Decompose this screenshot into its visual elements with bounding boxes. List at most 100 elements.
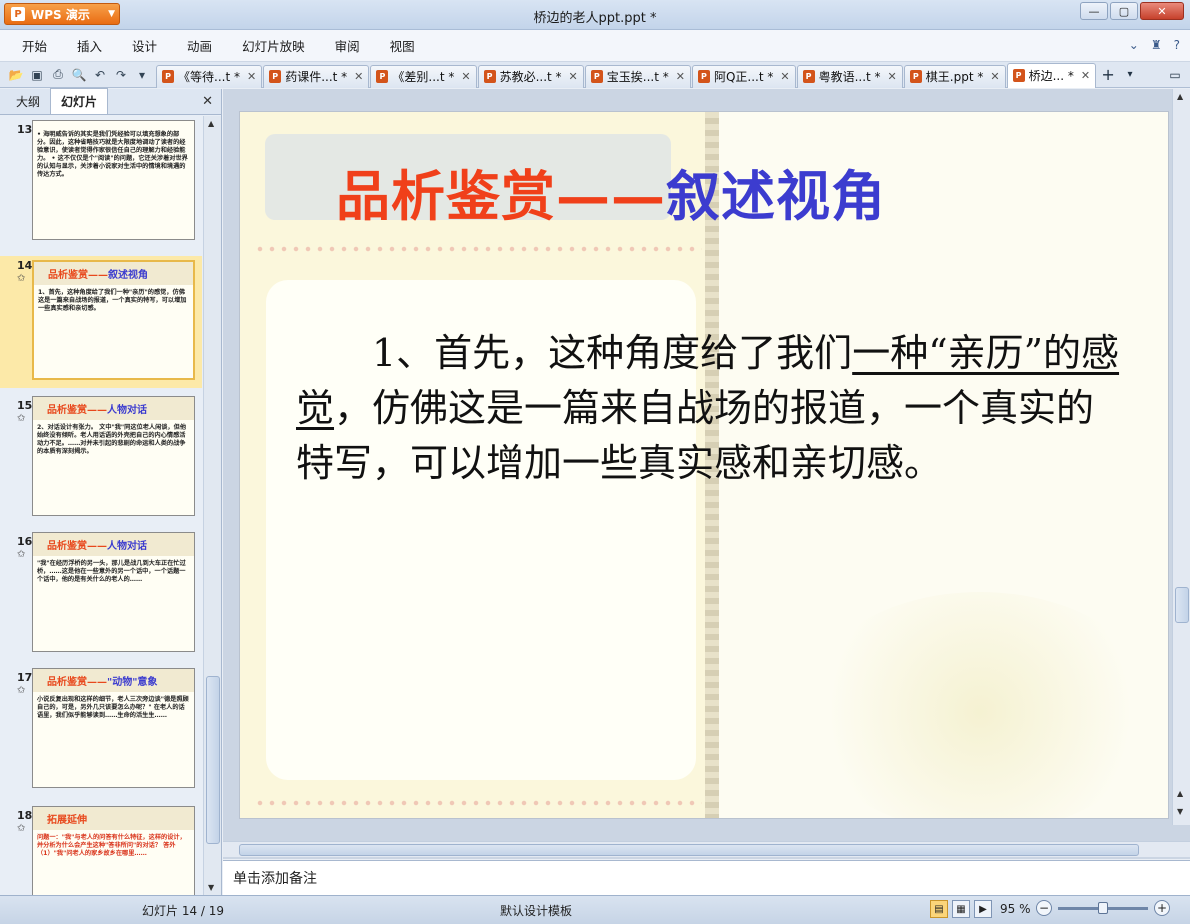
open-icon[interactable]: 📂 xyxy=(8,67,24,83)
prev-slide-icon[interactable]: ▲ xyxy=(1177,789,1183,798)
slide-thumb-image[interactable]: 品析鉴赏——人物对话 2、对话设计有张力。 文中"我"同这位老人闲谈，但他始终没… xyxy=(32,396,195,516)
close-tab-icon[interactable]: ✕ xyxy=(990,70,999,83)
thumb-body: 小说反复出现和这样的细节，老人三次旁边谈"德是照顾自己的，可是，另外几只该要怎么… xyxy=(37,696,189,719)
zoom-out-button[interactable]: − xyxy=(1036,900,1052,916)
slide-title[interactable]: 品析鉴赏——叙述视角 xyxy=(336,152,886,231)
save-icon[interactable]: ▣ xyxy=(29,67,45,83)
slide-number: 14 xyxy=(17,259,33,272)
doc-tab[interactable]: P 棋王.ppt * ✕ xyxy=(903,64,1006,88)
doc-tab[interactable]: P 《等待...t * ✕ xyxy=(156,64,263,88)
scrollbar-thumb[interactable] xyxy=(239,844,1139,856)
close-tab-icon[interactable]: ✕ xyxy=(461,70,470,83)
scroll-down-icon[interactable]: ▼ xyxy=(208,883,214,892)
thumbnails-scrollbar[interactable]: ▲ ▼ xyxy=(203,116,221,895)
doc-tab[interactable]: P 药课件...t * ✕ xyxy=(263,64,370,88)
slide-thumb-18[interactable]: 18 ✩ 拓展延伸 问题一："我"与老人的问答有什么特征，这样的设计，并分析为什… xyxy=(0,806,202,895)
doc-tab[interactable]: P 苏教必...t * ✕ xyxy=(477,64,584,88)
slide-horizontal-scrollbar[interactable] xyxy=(223,841,1190,857)
tab-outline[interactable]: 大纲 xyxy=(6,89,50,114)
slide-counter: 幻灯片 14 / 19 xyxy=(142,904,225,918)
window-layout-icon[interactable]: ▭ xyxy=(1164,64,1186,86)
close-tab-icon[interactable]: ✕ xyxy=(888,70,897,83)
thumb-title: 品析鉴赏——人物对话 xyxy=(47,541,147,552)
close-tab-icon[interactable]: ✕ xyxy=(569,70,578,83)
slide-thumb-image[interactable]: 品析鉴赏——叙述视角 1、首先，这种角度给了我们一种"亲历"的感觉，仿佛这是一篇… xyxy=(32,260,195,380)
help-icon[interactable]: ? xyxy=(1174,38,1180,52)
slide-thumb-17[interactable]: 17 ✩ 品析鉴赏——"动物"意象 小说反复出现和这样的细节，老人三次旁边谈"德… xyxy=(0,668,202,792)
menu-view[interactable]: 视图 xyxy=(390,36,415,55)
doc-tab[interactable]: P 粤教语...t * ✕ xyxy=(796,64,903,88)
slide-thumb-image[interactable]: • 海明威告诉的其实是我们凭经验可以填充想象的部分。因此，这种省略技巧就是大限度… xyxy=(32,120,195,240)
ppt-file-icon: P xyxy=(802,70,815,83)
slide-thumb-16[interactable]: 16 ✩ 品析鉴赏——人物对话 "我"在经历浮桥的另一头，那儿是战几到大车正在忙… xyxy=(0,532,202,656)
close-tab-icon[interactable]: ✕ xyxy=(354,70,363,83)
zoom-slider-knob[interactable] xyxy=(1098,902,1108,914)
menu-animation[interactable]: 动画 xyxy=(187,36,212,55)
scrollbar-thumb[interactable] xyxy=(206,676,220,844)
scroll-up-icon[interactable]: ▲ xyxy=(1177,92,1183,101)
close-button[interactable]: ✕ xyxy=(1140,2,1184,20)
dotted-divider xyxy=(254,800,702,806)
thumb-title: 品析鉴赏——"动物"意象 xyxy=(47,677,158,688)
ppt-file-icon: P xyxy=(483,70,496,83)
doc-tab[interactable]: P 阿Q正...t * ✕ xyxy=(691,64,796,88)
dotted-divider xyxy=(254,246,702,252)
scroll-up-icon[interactable]: ▲ xyxy=(208,119,214,128)
undo-icon[interactable]: ↶ xyxy=(92,67,108,83)
maximize-button[interactable]: ▢ xyxy=(1110,2,1138,20)
skin-icon[interactable]: ♜ xyxy=(1151,38,1162,52)
doc-tab[interactable]: P 《差别...t * ✕ xyxy=(370,64,477,88)
slide-canvas[interactable]: 品析鉴赏——叙述视角 1、首先，这种角度给了我们一种“亲历”的感觉，仿佛这是一篇… xyxy=(239,111,1169,819)
template-name: 默认设计模板 xyxy=(500,904,573,918)
menu-slideshow[interactable]: 幻灯片放映 xyxy=(242,36,305,55)
slide-thumb-image[interactable]: 拓展延伸 问题一："我"与老人的问答有什么特征，这样的设计，并分析为什么会产生这… xyxy=(32,806,195,895)
tab-list-icon[interactable]: ▾ xyxy=(1119,64,1141,86)
print-icon[interactable]: ⎙ xyxy=(50,67,66,83)
slide-thumb-14[interactable]: 14 ✩ 品析鉴赏——叙述视角 1、首先，这种角度给了我们一种"亲历"的感觉，仿… xyxy=(0,256,202,388)
slideshow-icon[interactable]: ▶ xyxy=(974,900,992,918)
minimize-button[interactable]: — xyxy=(1080,2,1108,20)
tab-slides[interactable]: 幻灯片 xyxy=(50,88,109,114)
thumb-body: 问题一："我"与老人的问答有什么特征，这样的设计，并分析为什么会产生这种"答非所… xyxy=(37,834,186,857)
customize-toolbar-icon[interactable]: ▾ xyxy=(134,67,150,83)
thumb-title: 拓展延伸 xyxy=(47,815,87,826)
slide-sorter-icon[interactable]: ▦ xyxy=(952,900,970,918)
scrollbar-thumb[interactable] xyxy=(1175,587,1189,623)
menu-home[interactable]: 开始 xyxy=(22,36,47,55)
notes-pane[interactable]: 单击添加备注 xyxy=(223,860,1190,895)
slide-thumb-image[interactable]: 品析鉴赏——人物对话 "我"在经历浮桥的另一头，那儿是战几到大车正在忙过桥，……… xyxy=(32,532,195,652)
new-tab-icon[interactable]: + xyxy=(1097,64,1119,86)
next-slide-icon[interactable]: ▼ xyxy=(1177,807,1183,816)
doc-tab-active[interactable]: P 桥边... * ✕ xyxy=(1006,62,1097,88)
slide-thumb-15[interactable]: 15 ✩ 品析鉴赏——人物对话 2、对话设计有张力。 文中"我"同这位老人闲谈，… xyxy=(0,396,202,520)
slide-thumb-image[interactable]: 品析鉴赏——"动物"意象 小说反复出现和这样的细节，老人三次旁边谈"德是照顾自己… xyxy=(32,668,195,788)
menu-insert[interactable]: 插入 xyxy=(77,36,102,55)
print-preview-icon[interactable]: 🔍 xyxy=(71,67,87,83)
slide-thumb-13[interactable]: 13 • 海明威告诉的其实是我们凭经验可以填充想象的部分。因此，这种省略技巧就是… xyxy=(0,120,202,244)
zoom-in-button[interactable]: + xyxy=(1154,900,1170,916)
animation-star-icon: ✩ xyxy=(17,413,26,424)
close-tab-icon[interactable]: ✕ xyxy=(247,70,256,83)
redo-icon[interactable]: ↷ xyxy=(113,67,129,83)
close-tab-icon[interactable]: ✕ xyxy=(1081,69,1090,82)
slide-vertical-scrollbar[interactable]: ▲ ▲ ▼ xyxy=(1172,89,1190,825)
doc-tab[interactable]: P 宝玉挨...t * ✕ xyxy=(584,64,691,88)
close-panel-icon[interactable]: ✕ xyxy=(202,94,213,109)
menu-review[interactable]: 审阅 xyxy=(335,36,360,55)
animation-star-icon: ✩ xyxy=(17,685,26,696)
thumb-body: "我"在经历浮桥的另一头，那儿是战几到大车正在忙过桥，……这是他在一些意外的另一… xyxy=(37,560,186,583)
ribbon-collapse-icon[interactable]: ⌄ xyxy=(1129,38,1139,52)
zoom-level: 95 % xyxy=(1000,902,1031,916)
ppt-file-icon: P xyxy=(162,70,174,83)
thumb-title: 品析鉴赏——叙述视角 xyxy=(48,270,148,281)
doc-tab-label: 《差别...t * xyxy=(392,70,455,84)
slide-body-text[interactable]: 1、首先，这种角度给了我们一种“亲历”的感觉，仿佛这是一篇来自战场的报道，一个真… xyxy=(296,326,1126,491)
thumb-title: 品析鉴赏——人物对话 xyxy=(47,405,147,416)
animation-star-icon: ✩ xyxy=(17,549,26,560)
normal-view-icon[interactable]: ▤ xyxy=(930,900,948,918)
ppt-file-icon: P xyxy=(269,70,282,83)
menu-design[interactable]: 设计 xyxy=(132,36,157,55)
close-tab-icon[interactable]: ✕ xyxy=(676,70,685,83)
slide-thumbnails: 13 • 海明威告诉的其实是我们凭经验可以填充想象的部分。因此，这种省略技巧就是… xyxy=(0,116,202,895)
close-tab-icon[interactable]: ✕ xyxy=(780,70,789,83)
